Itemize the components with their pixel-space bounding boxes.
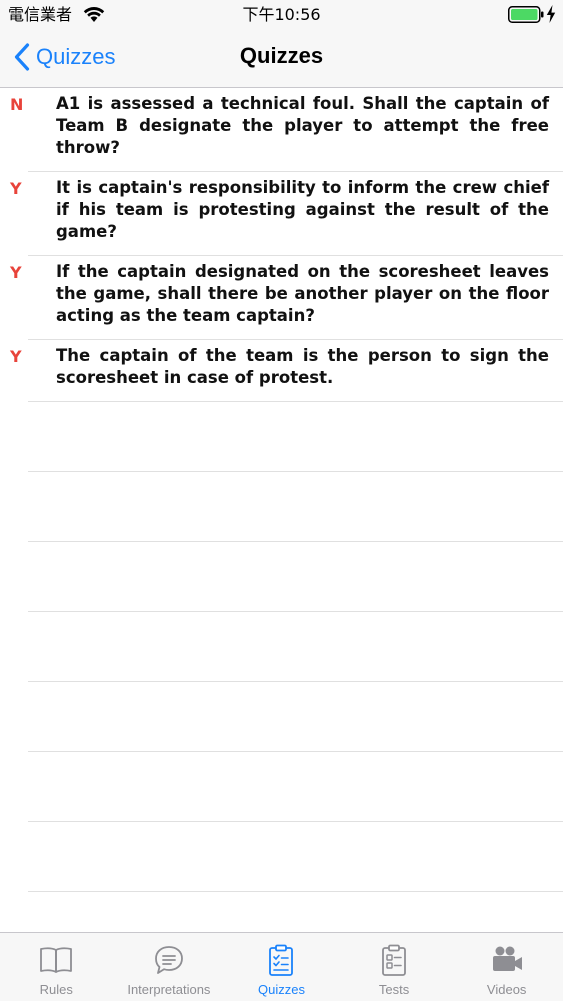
tab-label: Rules (39, 982, 73, 997)
speech-bubble-icon (154, 946, 183, 974)
status-time: 下午10:56 (242, 5, 321, 24)
quiz-answer: Y (10, 263, 22, 282)
tab-label: Quizzes (258, 982, 305, 997)
empty-list-row (28, 612, 563, 682)
tab-label: Videos (486, 982, 527, 997)
book-icon (40, 947, 73, 973)
quiz-row[interactable]: N A1 is assessed a technical foul. Shall… (10, 88, 563, 172)
quiz-list: N A1 is assessed a technical foul. Shall… (0, 88, 563, 892)
empty-list-row (28, 822, 563, 892)
quiz-question: A1 is assessed a technical foul. Shall t… (56, 94, 549, 157)
quiz-row[interactable]: Y If the captain designated on the score… (10, 256, 563, 340)
empty-list-row (28, 472, 563, 542)
empty-list-row (28, 542, 563, 612)
navigation-bar: Quizzes Quizzes (0, 30, 563, 88)
status-bar: 電信業者 下午10:56 (0, 0, 563, 30)
tab-quizzes[interactable]: Quizzes (225, 933, 338, 1001)
quiz-answer: N (10, 95, 24, 114)
tab-label: Tests (378, 982, 410, 997)
video-camera-icon (492, 946, 522, 971)
tab-interpretations[interactable]: Interpretations (113, 933, 226, 1001)
empty-list-row (28, 682, 563, 752)
empty-list-row (28, 752, 563, 822)
charging-bolt-icon (546, 5, 556, 23)
battery-icon (508, 6, 544, 23)
page-title: Quizzes (239, 43, 324, 68)
clipboard-list-icon (382, 944, 406, 976)
quiz-row[interactable]: Y The captain of the team is the person … (10, 340, 563, 402)
tab-label: Interpretations (127, 982, 211, 997)
tab-tests[interactable]: Tests (338, 933, 451, 1001)
tab-bar: Rules Interpretations Quizzes Tests Vide… (0, 932, 563, 1001)
tab-rules[interactable]: Rules (0, 933, 113, 1001)
quiz-row[interactable]: Y It is captain's responsibility to info… (10, 172, 563, 256)
quiz-question: If the captain designated on the scoresh… (56, 262, 549, 325)
tab-videos[interactable]: Videos (450, 933, 563, 1001)
quiz-answer: Y (10, 347, 22, 366)
clipboard-check-icon (269, 944, 294, 976)
empty-list-row (28, 402, 563, 472)
quiz-question: The captain of the team is the person to… (56, 346, 549, 387)
quiz-answer: Y (10, 179, 22, 198)
quiz-question: It is captain's responsibility to inform… (56, 178, 549, 241)
